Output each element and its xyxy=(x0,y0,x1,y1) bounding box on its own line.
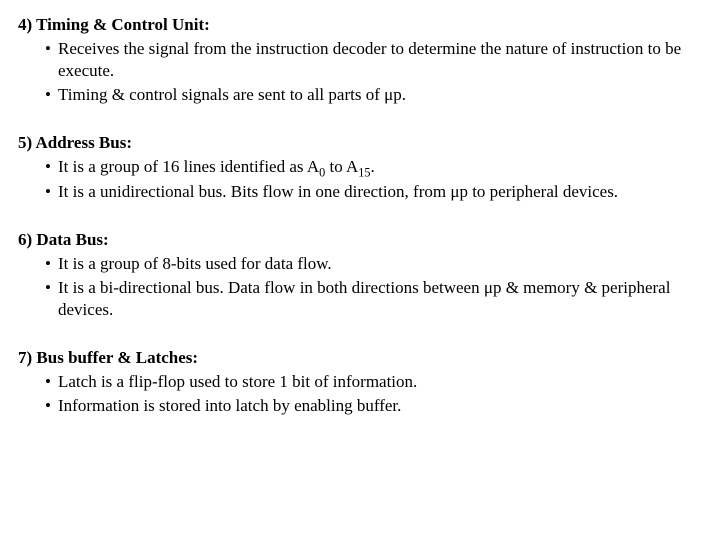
section-title: Address Bus: xyxy=(35,133,132,152)
list-item: It is a unidirectional bus. Bits flow in… xyxy=(18,181,702,203)
content: 4) Timing & Control Unit:Receives the si… xyxy=(18,14,702,417)
bullet-list: It is a group of 8-bits used for data fl… xyxy=(18,253,702,321)
section-number: 4) xyxy=(18,14,32,36)
section-4: 4) Timing & Control Unit:Receives the si… xyxy=(18,14,702,106)
section-heading: 7) Bus buffer & Latches: xyxy=(18,347,702,369)
list-item: It is a bi-directional bus. Data flow in… xyxy=(18,277,702,321)
section-title: Timing & Control Unit: xyxy=(36,15,210,34)
section-5: 5) Address Bus:It is a group of 16 lines… xyxy=(18,132,702,202)
list-item: Latch is a flip-flop used to store 1 bit… xyxy=(18,371,702,393)
section-number: 7) xyxy=(18,347,32,369)
section-title: Bus buffer & Latches: xyxy=(36,348,198,367)
section-title: Data Bus: xyxy=(36,230,108,249)
bullet-list: Latch is a flip-flop used to store 1 bit… xyxy=(18,371,702,417)
section-7: 7) Bus buffer & Latches:Latch is a flip-… xyxy=(18,347,702,417)
list-item: Timing & control signals are sent to all… xyxy=(18,84,702,106)
section-heading: 4) Timing & Control Unit: xyxy=(18,14,702,36)
list-item: It is a group of 8-bits used for data fl… xyxy=(18,253,702,275)
section-number: 5) xyxy=(18,132,32,154)
list-item: Receives the signal from the instruction… xyxy=(18,38,702,82)
list-item: It is a group of 16 lines identified as … xyxy=(18,156,702,178)
list-item: Information is stored into latch by enab… xyxy=(18,395,702,417)
bullet-list: It is a group of 16 lines identified as … xyxy=(18,156,702,202)
bullet-list: Receives the signal from the instruction… xyxy=(18,38,702,106)
section-6: 6) Data Bus:It is a group of 8-bits used… xyxy=(18,229,702,321)
section-number: 6) xyxy=(18,229,32,251)
section-heading: 6) Data Bus: xyxy=(18,229,702,251)
section-heading: 5) Address Bus: xyxy=(18,132,702,154)
